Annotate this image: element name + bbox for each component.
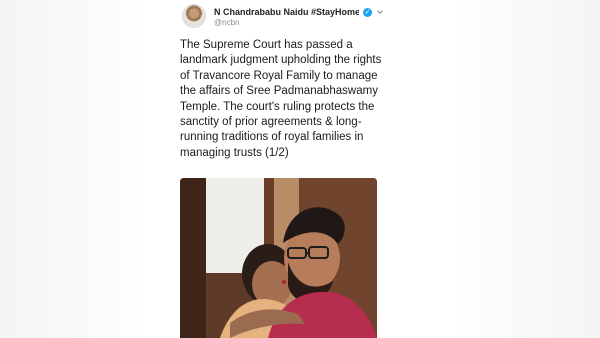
verified-icon: ✓	[363, 7, 372, 17]
tweet-card: N Chandrababu Naidu #StayHomeSa... ✓ @nc…	[168, 0, 390, 338]
tweet-photo[interactable]	[180, 178, 377, 338]
photo-illustration	[180, 178, 377, 338]
left-background	[0, 0, 150, 338]
author-handle[interactable]: @ncbn	[214, 18, 239, 27]
tweet-text: The Supreme Court has passed a landmark …	[180, 39, 382, 159]
author-name[interactable]: N Chandrababu Naidu #StayHomeSa...	[214, 7, 359, 17]
avatar[interactable]	[182, 4, 206, 28]
chevron-down-icon[interactable]	[376, 8, 384, 16]
right-background	[450, 0, 600, 338]
tweet-header: N Chandrababu Naidu #StayHomeSa... ✓	[214, 5, 384, 19]
